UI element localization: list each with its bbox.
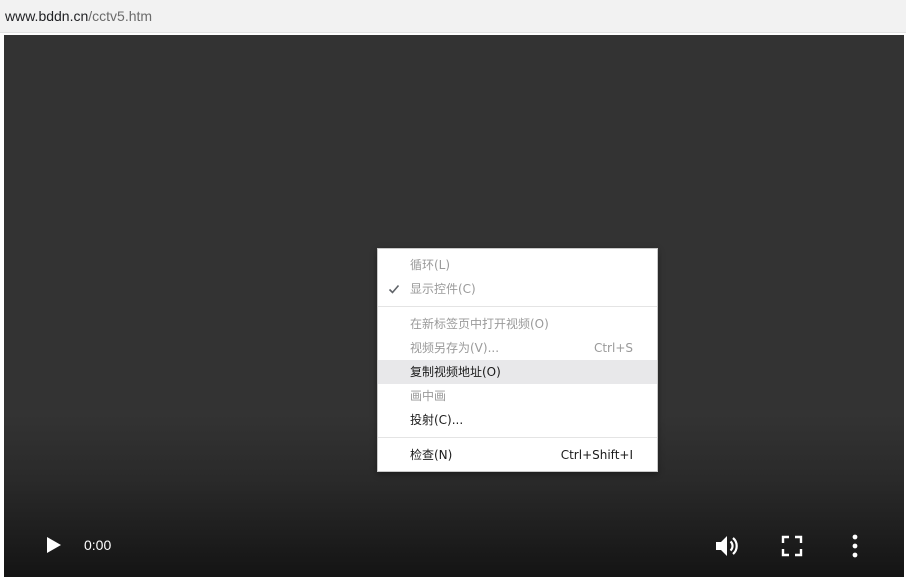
menu-item-loop[interactable]: 循环(L) (378, 253, 657, 277)
menu-item-copy-video-address[interactable]: 复制视频地址(O) (378, 360, 657, 384)
menu-item-label: 复制视频地址(O) (410, 365, 501, 379)
play-icon[interactable] (40, 532, 66, 558)
more-vertical-icon[interactable] (844, 531, 866, 561)
menu-item-cast[interactable]: 投射(C)... (378, 408, 657, 432)
menu-separator (378, 437, 657, 438)
context-menu: 循环(L) 显示控件(C) 在新标签页中打开视频(O) 视频另存为(V)... … (377, 248, 658, 472)
menu-item-shortcut: Ctrl+S (593, 341, 633, 355)
menu-item-label: 显示控件(C) (410, 282, 476, 296)
menu-item-label: 循环(L) (410, 258, 451, 272)
menu-item-show-controls[interactable]: 显示控件(C) (378, 277, 657, 301)
url-host: www.bddn.cn (5, 8, 89, 24)
volume-icon[interactable] (712, 531, 742, 561)
menu-item-label: 检查(N) (410, 448, 453, 462)
menu-item-save-video[interactable]: 视频另存为(V)... Ctrl+S (378, 336, 657, 360)
menu-item-label: 画中画 (410, 389, 447, 403)
menu-item-inspect[interactable]: 检查(N) Ctrl+Shift+I (378, 443, 657, 467)
address-bar[interactable]: www.bddn.cn/cctv5.htm (0, 0, 906, 33)
menu-item-label: 在新标签页中打开视频(O) (410, 317, 549, 331)
checkmark-icon (388, 284, 400, 294)
current-time: 0:00 (84, 537, 112, 553)
fullscreen-icon[interactable] (779, 533, 805, 559)
menu-item-shortcut: Ctrl+Shift+I (560, 448, 633, 462)
menu-item-label: 视频另存为(V)... (410, 341, 500, 355)
menu-item-label: 投射(C)... (410, 413, 464, 427)
menu-item-open-new-tab[interactable]: 在新标签页中打开视频(O) (378, 312, 657, 336)
menu-separator (378, 306, 657, 307)
url-text[interactable]: www.bddn.cn/cctv5.htm (5, 7, 152, 25)
video-controls: 0:00 (4, 517, 904, 577)
menu-item-picture-in-picture[interactable]: 画中画 (378, 384, 657, 408)
url-path: /cctv5.htm (88, 8, 153, 24)
